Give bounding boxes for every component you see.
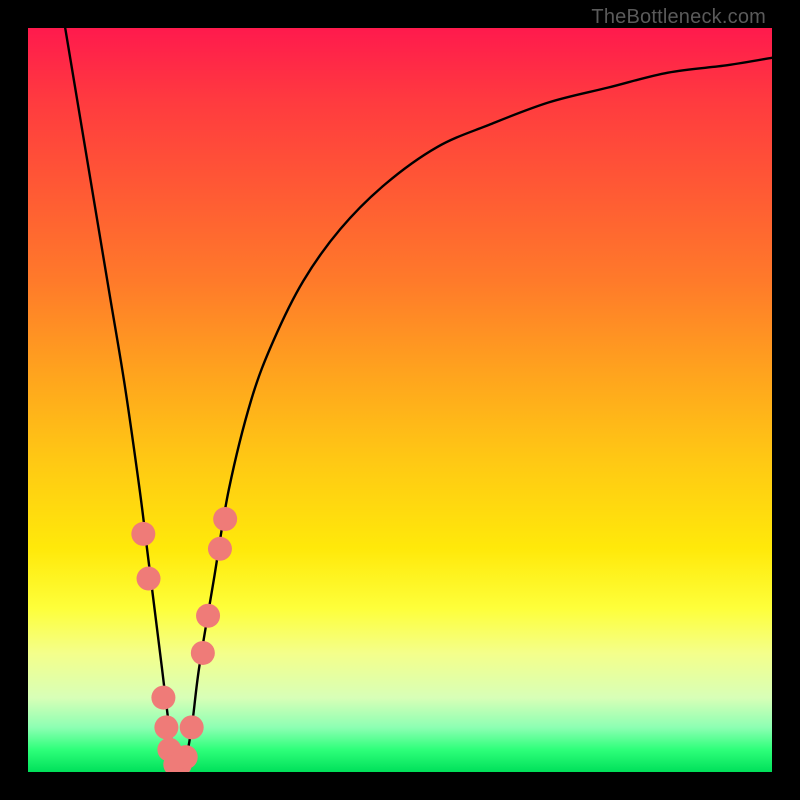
sample-point (191, 641, 215, 665)
sample-point (213, 507, 237, 531)
sample-point (151, 686, 175, 710)
sample-point (180, 715, 204, 739)
chart-svg (28, 28, 772, 772)
sample-point (208, 537, 232, 561)
bottleneck-curve (65, 28, 772, 769)
chart-frame: TheBottleneck.com (0, 0, 800, 800)
sample-point (154, 715, 178, 739)
sample-point (137, 567, 161, 591)
sample-point (131, 522, 155, 546)
chart-plot-area (28, 28, 772, 772)
attribution-text: TheBottleneck.com (591, 6, 766, 29)
sample-point (174, 745, 198, 769)
sample-point (196, 604, 220, 628)
